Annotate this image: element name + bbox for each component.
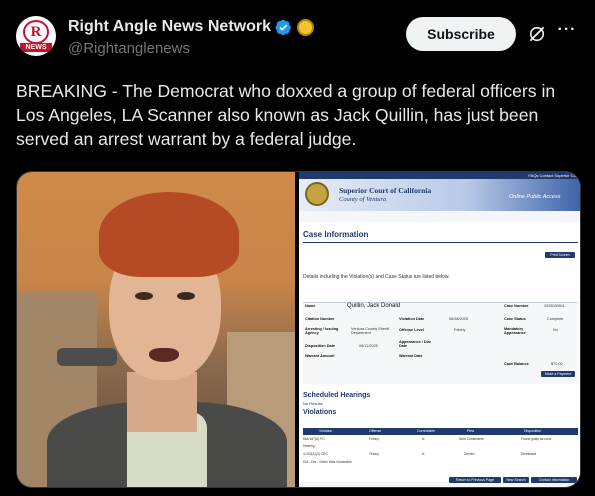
violation-cell: Hearing bbox=[303, 444, 315, 448]
tweet-text: BREAKING - The Democrat who doxxed a gro… bbox=[16, 81, 556, 149]
violation-cell: N bbox=[422, 452, 425, 456]
court-document-image[interactable]: FAQs Contact Superior Cou Superior Court… bbox=[299, 172, 580, 487]
offense-level-value: Felony bbox=[454, 328, 466, 332]
violation-cell: Nolo Contendere bbox=[459, 437, 484, 441]
violation-cell: Dismissed bbox=[521, 452, 537, 456]
violations-header: Plea bbox=[467, 429, 475, 433]
violations-header: Correctable bbox=[417, 429, 436, 433]
no-results-text: No Results bbox=[303, 401, 323, 406]
case-info-title: Case Information bbox=[303, 230, 369, 239]
agency-value: Ventura County Sheriff Department bbox=[351, 327, 390, 335]
avatar[interactable]: R NEWS bbox=[16, 16, 56, 56]
field-label: Name bbox=[305, 304, 316, 308]
violation-cell: N bbox=[422, 437, 425, 441]
account-handle[interactable]: @Rightanglenews bbox=[68, 40, 190, 57]
violation-cell: Denied bbox=[464, 452, 475, 456]
case-details-grid bbox=[303, 302, 578, 384]
case-number-value: 2025039911 bbox=[544, 304, 565, 308]
mandatory-appearance-value: No bbox=[553, 328, 558, 332]
more-options-icon[interactable]: ··· bbox=[556, 22, 578, 42]
affiliate-badge-icon bbox=[296, 18, 314, 36]
print-screen-button: Print Screen bbox=[545, 252, 575, 258]
media-container[interactable]: FAQs Contact Superior Cou Superior Court… bbox=[16, 171, 581, 488]
violation-cell: Found guilty as conv bbox=[521, 437, 552, 441]
field-label: Disposition Date bbox=[305, 344, 335, 348]
details-text: Details including the Violation(s) and C… bbox=[303, 274, 450, 280]
violations-header: Disposition bbox=[524, 429, 542, 433]
doc-top-links: FAQs Contact Superior Cou bbox=[528, 173, 578, 178]
violations-header: Violation bbox=[319, 429, 333, 433]
violation-cell: 664/187(A) PC bbox=[303, 437, 325, 441]
divider bbox=[303, 242, 578, 243]
case-balance-value: $70.00 bbox=[551, 362, 563, 366]
field-label: Offense Level bbox=[399, 328, 424, 332]
hearings-title: Scheduled Hearings bbox=[303, 392, 371, 399]
name-row: Right Angle News Network bbox=[68, 18, 314, 36]
verified-badge-icon bbox=[275, 19, 291, 35]
disposition-date-value: 09/11/2025 bbox=[359, 344, 378, 348]
account-name[interactable]: Right Angle News Network bbox=[68, 18, 271, 36]
defendant-name: Quillin, Jack Donald bbox=[347, 303, 401, 309]
avatar-letter: R bbox=[23, 20, 49, 44]
avatar-news-label: NEWS bbox=[20, 43, 52, 52]
field-label: Warrant Amount bbox=[305, 354, 335, 358]
court-name: Superior Court of California bbox=[339, 186, 432, 195]
person-mouth bbox=[149, 348, 179, 362]
field-label: Mandatory Appearance bbox=[504, 327, 526, 335]
make-payment-button: Make a Payment bbox=[541, 371, 575, 377]
field-label: Citation Number bbox=[305, 317, 335, 321]
case-status-value: Complete bbox=[547, 317, 564, 321]
violation-date-value: 06/28/2025 bbox=[449, 317, 469, 321]
field-label: Arresting / Issuing Agency bbox=[305, 327, 339, 335]
violations-title: Violations bbox=[303, 409, 337, 416]
subscribe-button[interactable]: Subscribe bbox=[406, 17, 516, 51]
person-eye bbox=[135, 292, 153, 300]
violations-header: Offense bbox=[369, 429, 382, 433]
online-access-label: Online Public Access bbox=[509, 194, 561, 200]
contact-info-button: Contact Information bbox=[531, 477, 577, 483]
person-hair bbox=[99, 192, 239, 277]
violation-cell: Felony bbox=[369, 437, 379, 441]
grok-icon[interactable] bbox=[527, 24, 547, 44]
video-thumbnail[interactable] bbox=[17, 172, 295, 487]
tweet-header: R NEWS Right Angle News Network @Rightan… bbox=[0, 0, 595, 70]
background-vehicle bbox=[57, 348, 117, 366]
violation-cell: D/A - Dis - Victim Was Vulnerable bbox=[303, 460, 352, 464]
court-county: County of Ventura bbox=[339, 196, 387, 203]
person-neck bbox=[127, 372, 197, 432]
field-label: Warrant Date bbox=[399, 354, 423, 358]
court-seal-icon bbox=[305, 182, 329, 206]
field-label: Appearance / Due Date bbox=[399, 340, 432, 348]
field-label: Case Status bbox=[504, 317, 526, 321]
person-eye bbox=[177, 292, 195, 300]
new-search-button: New Search bbox=[503, 477, 529, 483]
field-label: Case Number bbox=[504, 304, 529, 308]
violation-cell: 4-422(A)(3) CRC bbox=[303, 452, 328, 456]
violation-cell: Felony bbox=[369, 452, 379, 456]
field-label: Case Balance bbox=[504, 362, 529, 366]
previous-page-button: Return to Previous Page bbox=[449, 477, 501, 483]
field-label: Violation Date bbox=[399, 317, 425, 321]
